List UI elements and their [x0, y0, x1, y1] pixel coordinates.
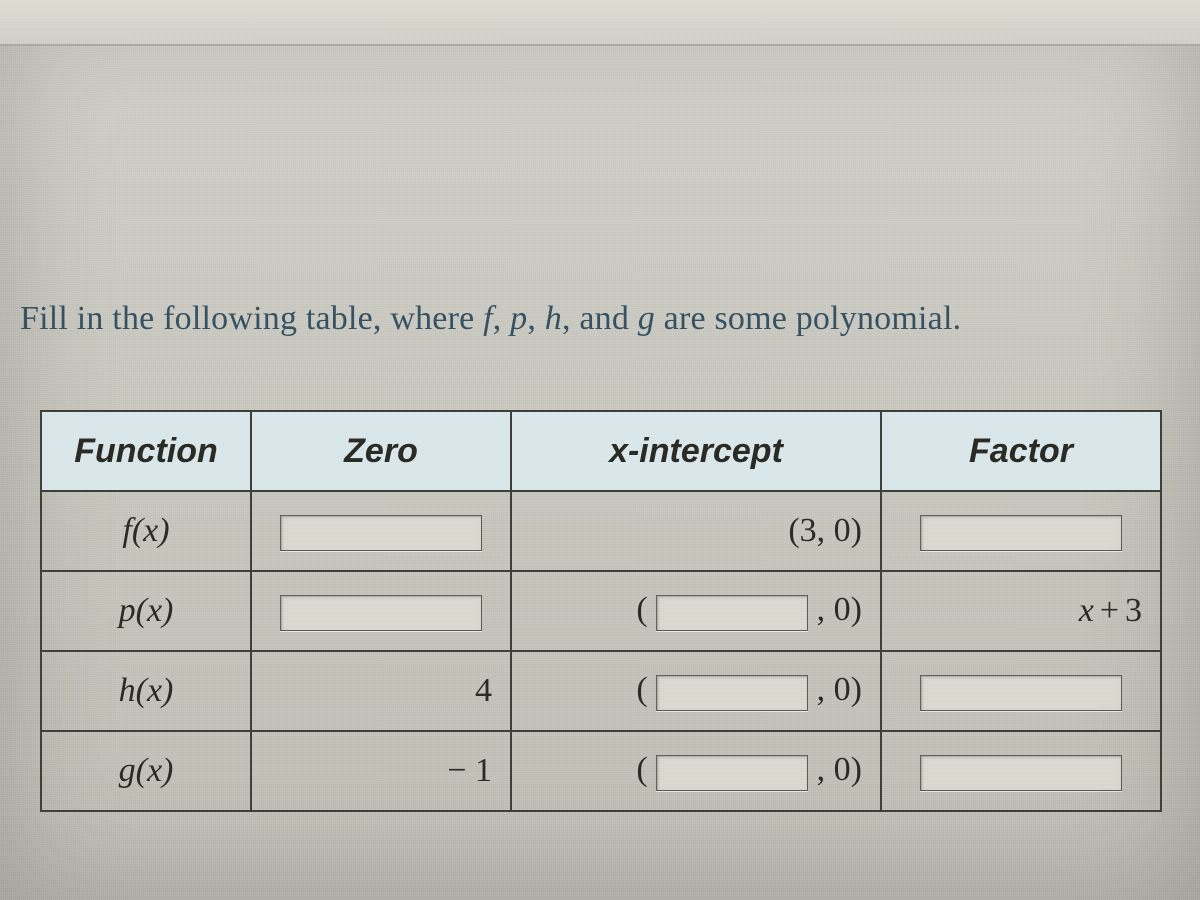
fn-arg: x [143, 512, 158, 549]
fn-name: h [119, 672, 136, 709]
cell-xint-f: (3, 0) [511, 491, 881, 571]
page-background: Fill in the following table, where f, p,… [0, 0, 1200, 900]
factor-op: + [1094, 592, 1125, 629]
fn-arg: x [147, 672, 162, 709]
cell-factor-g [881, 731, 1161, 811]
cell-zero-f [251, 491, 511, 571]
cell-xint-h: ( , 0) [511, 651, 881, 731]
cell-factor-h [881, 651, 1161, 731]
zero-input-f[interactable] [280, 515, 482, 551]
prompt-sep1: , [493, 300, 510, 337]
fn-name: f [122, 512, 131, 549]
cell-zero-h: 4 [251, 651, 511, 731]
xint-open: ( [636, 751, 647, 788]
top-rule [0, 44, 1200, 46]
table-row: h(x) 4 ( , 0) [41, 651, 1161, 731]
polynomial-table: Function Zero x-intercept Factor f(x) [40, 410, 1162, 812]
cell-xint-g: ( , 0) [511, 731, 881, 811]
th-factor: Factor [881, 411, 1161, 491]
question-prompt: Fill in the following table, where f, p,… [20, 300, 1180, 338]
table-header-row: Function Zero x-intercept Factor [41, 411, 1161, 491]
xint-input-g[interactable] [656, 755, 808, 791]
cell-xint-p: ( , 0) [511, 571, 881, 651]
xint-f-text: (3, 0) [788, 512, 862, 549]
xint-close: , 0) [817, 751, 862, 788]
fn-name: p [119, 592, 136, 629]
xint-input-p[interactable] [656, 595, 808, 631]
factor-n: 3 [1125, 592, 1142, 629]
factor-x: x [1079, 592, 1094, 629]
cell-fn-f: f(x) [41, 491, 251, 571]
table-container: Function Zero x-intercept Factor f(x) [40, 410, 1160, 812]
fn-arg: x [147, 752, 162, 789]
xint-close: , 0) [817, 591, 862, 628]
cell-zero-g: − 1 [251, 731, 511, 811]
cell-factor-f [881, 491, 1161, 571]
xint-close: , 0) [817, 671, 862, 708]
factor-input-g[interactable] [920, 755, 1122, 791]
prompt-sym-f: f [483, 300, 493, 337]
th-zero: Zero [251, 411, 511, 491]
xint-open: ( [636, 671, 647, 708]
zero-g-value: − 1 [447, 752, 492, 789]
th-function: Function [41, 411, 251, 491]
prompt-post: are some polynomial. [664, 300, 962, 337]
th-xintercept: x-intercept [511, 411, 881, 491]
cell-factor-p: x+3 [881, 571, 1161, 651]
table-row: p(x) ( , 0) x+3 [41, 571, 1161, 651]
prompt-sep3: , and [562, 300, 638, 337]
fn-arg: x [147, 592, 162, 629]
cell-fn-g: g(x) [41, 731, 251, 811]
table-row: g(x) − 1 ( , 0) [41, 731, 1161, 811]
cell-zero-p [251, 571, 511, 651]
table-row: f(x) (3, 0) [41, 491, 1161, 571]
factor-input-f[interactable] [920, 515, 1122, 551]
prompt-sep2: , [527, 300, 544, 337]
xint-open: ( [636, 591, 647, 628]
prompt-sym-p: p [510, 300, 527, 337]
top-band [0, 0, 1200, 44]
cell-fn-h: h(x) [41, 651, 251, 731]
fn-name: g [119, 752, 136, 789]
factor-input-h[interactable] [920, 675, 1122, 711]
prompt-sym-g: g [638, 300, 655, 337]
prompt-pre: Fill in the following table, where [20, 300, 483, 337]
xint-input-h[interactable] [656, 675, 808, 711]
cell-fn-p: p(x) [41, 571, 251, 651]
zero-input-p[interactable] [280, 595, 482, 631]
zero-h-value: 4 [475, 672, 492, 709]
prompt-sym-h: h [545, 300, 562, 337]
